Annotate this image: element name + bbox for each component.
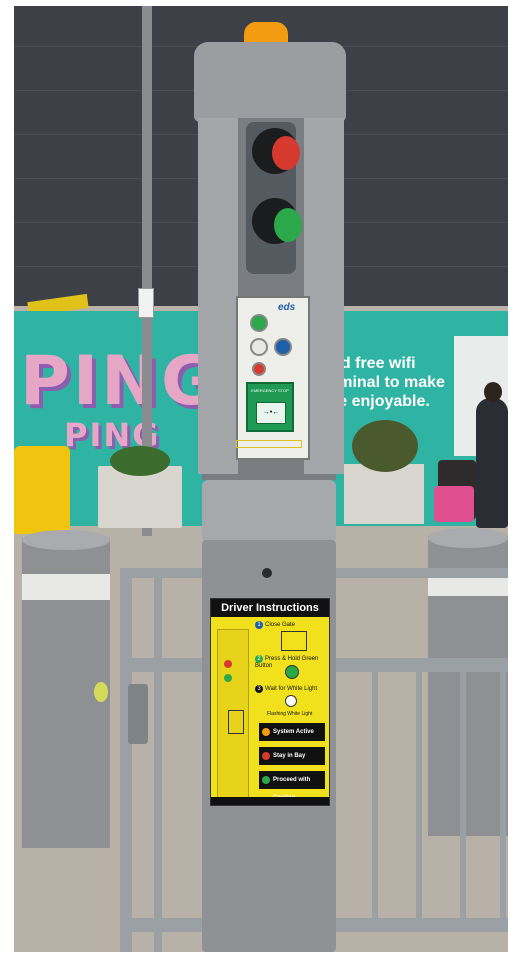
pink-bag	[434, 486, 474, 522]
step-text: Wait for White Light	[265, 686, 318, 692]
red-lamp	[272, 136, 300, 170]
fence-bar	[460, 670, 466, 920]
green-lamp	[274, 208, 302, 242]
gate-bar	[154, 568, 162, 952]
white-indicator	[250, 338, 268, 356]
step-text: Close Gate	[265, 622, 296, 628]
amber-light-icon	[262, 728, 270, 736]
instructions-title: Driver Instructions	[211, 599, 329, 617]
call-point-window: →•←	[256, 402, 286, 424]
ad-brand-large: PING	[20, 342, 220, 421]
green-button[interactable]	[250, 314, 268, 332]
ad-text-line: ed free wifi	[332, 355, 416, 372]
plant	[110, 446, 170, 476]
yellow-bar	[236, 440, 302, 448]
pillar-head	[194, 42, 346, 122]
illustration-green-lamp	[224, 674, 232, 682]
status-stay-in-bay: Stay in Bay	[259, 747, 325, 765]
pillar-illustration	[217, 629, 249, 799]
blue-indicator	[274, 338, 292, 356]
yellow-grit-bin	[14, 446, 70, 534]
pillar-side-flange	[198, 118, 238, 474]
white-light-icon	[285, 695, 297, 707]
instruction-step: 1 Close Gate	[255, 621, 295, 629]
fence-bar	[372, 670, 378, 920]
bollard-band	[22, 574, 110, 600]
red-indicator	[252, 362, 266, 376]
photo-scene: PING PING ed free wifi rminal to make re…	[14, 6, 508, 952]
no-smoking-sign	[138, 288, 154, 318]
hand-press-icon	[285, 665, 299, 679]
fence-bar	[500, 670, 506, 920]
gate-post	[120, 568, 132, 952]
bollard-top	[428, 528, 508, 548]
plant	[352, 420, 418, 472]
instruction-note: Flashing White Light	[267, 711, 313, 717]
emergency-call-point[interactable]: EMERGENCY STOP →•←	[246, 382, 294, 432]
fence-bar	[416, 670, 422, 920]
status-system-active: System Active	[259, 723, 325, 741]
instruction-step: 3 Wait for White Light	[255, 685, 317, 693]
red-light-icon	[262, 752, 270, 760]
status-proceed: Proceed with Caution	[259, 771, 325, 801]
planter-box	[344, 464, 424, 524]
status-label: Stay in Bay	[273, 753, 306, 759]
gate-latch	[128, 684, 148, 744]
illustration-panel	[228, 710, 244, 734]
green-light-icon	[262, 776, 270, 784]
eds-logo: eds	[278, 302, 296, 313]
gate-icon	[281, 631, 307, 651]
person-head	[484, 382, 502, 402]
pillar-side-flange	[304, 118, 344, 474]
step-number: 3	[255, 685, 263, 693]
call-point-label: EMERGENCY STOP	[251, 388, 289, 393]
step-number: 1	[255, 621, 263, 629]
control-panel	[236, 296, 310, 460]
driver-instructions-sign: Driver Instructions 1 Close Gate 2 Press &…	[210, 598, 330, 806]
sign-footer-strip	[211, 797, 329, 805]
ad-text-line: re enjoyable.	[332, 393, 430, 410]
ad-text-line: rminal to make	[332, 374, 445, 391]
pillar-shelf	[202, 480, 336, 540]
step-number: 2	[255, 655, 263, 663]
illustration-red-lamp	[224, 660, 232, 668]
person	[476, 398, 508, 528]
sticker	[94, 682, 108, 702]
status-label: System Active	[273, 729, 314, 735]
bollard-top	[22, 530, 110, 550]
camera-lens	[262, 568, 272, 578]
